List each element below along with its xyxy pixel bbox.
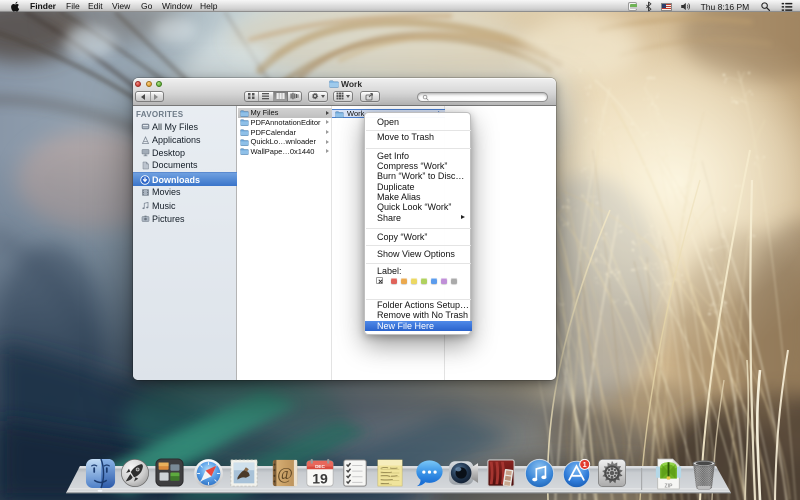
svg-text:1: 1 xyxy=(583,460,587,469)
svg-text:DEC: DEC xyxy=(315,464,325,469)
svg-text:19: 19 xyxy=(312,470,328,486)
svg-text:ZIP: ZIP xyxy=(664,484,673,490)
svg-text:@: @ xyxy=(277,464,293,483)
